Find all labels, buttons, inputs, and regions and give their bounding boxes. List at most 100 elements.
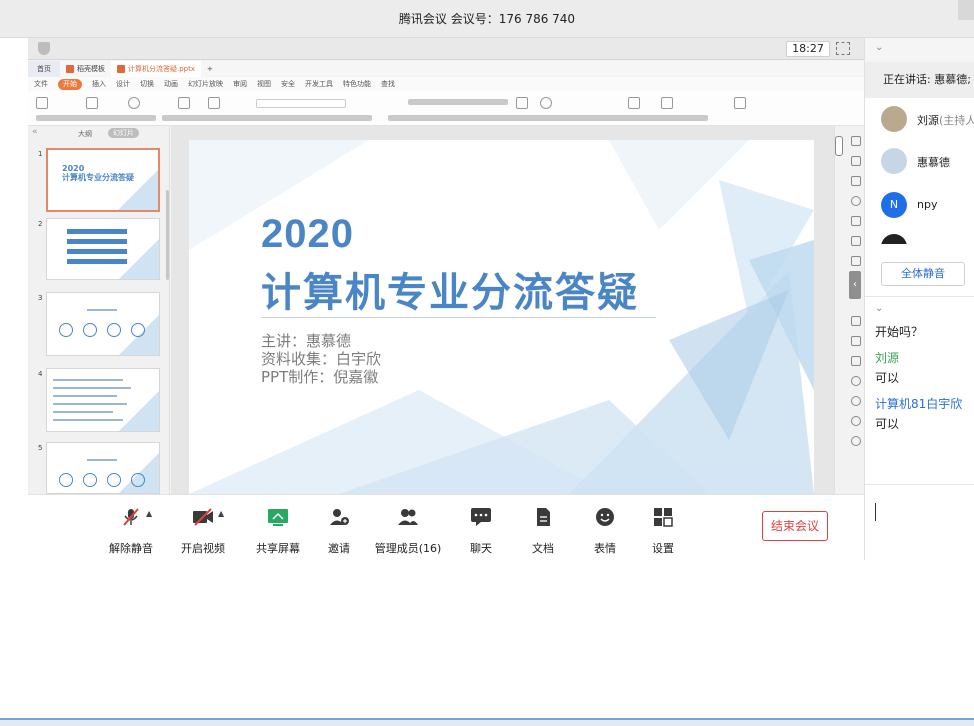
image-icon[interactable] bbox=[851, 336, 861, 346]
chart-icon[interactable] bbox=[851, 236, 861, 246]
thumb-line bbox=[53, 395, 117, 397]
participant-item[interactable]: 惠慕德 bbox=[881, 148, 974, 178]
participant-name-text: 刘源 bbox=[917, 114, 939, 127]
wps-new-tab[interactable]: + bbox=[201, 61, 219, 77]
menu-item-review[interactable]: 审阅 bbox=[233, 79, 247, 89]
wps-home-tab[interactable]: 首页 bbox=[28, 61, 60, 77]
thumb-circle bbox=[59, 323, 73, 337]
paragraph-tools[interactable] bbox=[408, 99, 508, 105]
menu-item-features[interactable]: 特色功能 bbox=[343, 79, 371, 89]
menu-item-security[interactable]: 安全 bbox=[281, 79, 295, 89]
security-shield-icon[interactable] bbox=[38, 42, 50, 55]
ppt-file-icon bbox=[117, 65, 125, 73]
chat-input[interactable] bbox=[865, 484, 974, 560]
new-slide-icon[interactable] bbox=[178, 97, 190, 109]
slide-thumb-5[interactable] bbox=[46, 442, 160, 494]
end-meeting-button[interactable]: 结束会议 bbox=[762, 511, 828, 541]
thumbnail-scrollbar[interactable] bbox=[166, 190, 169, 280]
menu-item-file[interactable]: 文件 bbox=[34, 79, 48, 89]
help-icon[interactable] bbox=[851, 416, 861, 426]
thumb-circle bbox=[83, 473, 97, 487]
vertical-scroll-thumb[interactable] bbox=[835, 136, 843, 156]
chevron-down-icon[interactable]: ⌄ bbox=[875, 42, 883, 53]
textbox-icon[interactable] bbox=[516, 97, 528, 109]
host-tag: (主持人 bbox=[939, 114, 974, 127]
slide-canvas[interactable]: 2020 计算机专业分流答疑 主讲：惠慕德 资料收集：白宇欣 PPT制作：倪嘉徽 bbox=[189, 140, 814, 494]
list-icon[interactable] bbox=[851, 256, 861, 266]
thumb-line bbox=[53, 379, 123, 381]
participant-item[interactable]: N npy bbox=[881, 192, 974, 222]
wps-tab-document[interactable]: 计算机分流答疑.pptx bbox=[111, 61, 201, 77]
menu-item-view[interactable]: 视图 bbox=[257, 79, 271, 89]
wps-tab-templates[interactable]: 稻壳模板 bbox=[60, 61, 111, 77]
slide-material: 资料收集：白宇欣 bbox=[261, 350, 382, 368]
manage-members-button[interactable]: 管理成员(16) bbox=[366, 503, 450, 555]
guide-icon[interactable] bbox=[734, 97, 746, 109]
unmute-button[interactable]: ▲ 解除静音 bbox=[96, 503, 166, 555]
menu-item-developer[interactable]: 开发工具 bbox=[305, 79, 333, 89]
menu-item-start[interactable]: 开始 bbox=[58, 78, 82, 90]
participant-item[interactable] bbox=[881, 234, 974, 244]
fullscreen-icon[interactable] bbox=[836, 42, 850, 55]
slide-thumb-1[interactable]: 2020 计算机专业分流答疑 bbox=[46, 148, 160, 212]
settings-button[interactable]: 设置 bbox=[628, 503, 698, 555]
table-icon[interactable] bbox=[851, 316, 861, 326]
slide-thumb-2[interactable] bbox=[46, 218, 160, 280]
collapse-icon[interactable]: « bbox=[32, 127, 38, 137]
font-select[interactable] bbox=[256, 99, 346, 108]
settings-icon[interactable] bbox=[851, 436, 861, 446]
start-video-button[interactable]: ▲ 开启视频 bbox=[168, 503, 238, 555]
shape-icon[interactable] bbox=[540, 97, 552, 109]
menu-item-slideshow[interactable]: 幻灯片放映 bbox=[188, 79, 223, 89]
shape-style-icon[interactable] bbox=[851, 176, 861, 186]
unmute-label: 解除静音 bbox=[109, 542, 153, 555]
record-icon[interactable] bbox=[851, 376, 861, 386]
menu-item-animation[interactable]: 动画 bbox=[164, 79, 178, 89]
share-screen-button[interactable]: 共享屏幕 bbox=[243, 503, 313, 555]
invite-button[interactable]: 邀请 bbox=[304, 503, 374, 555]
slideshow-icon[interactable] bbox=[661, 97, 673, 109]
window-title: 腾讯会议 会议号：176 786 740 bbox=[398, 12, 576, 26]
thumb-line bbox=[53, 411, 113, 413]
thumb-circle bbox=[131, 473, 145, 487]
menu-item-design[interactable]: 设计 bbox=[116, 79, 130, 89]
slide-presenter: 主讲：惠慕德 bbox=[261, 332, 352, 350]
thumb-bar bbox=[67, 239, 127, 244]
audio-icon[interactable] bbox=[851, 356, 861, 366]
menu-item-insert[interactable]: 插入 bbox=[92, 79, 106, 89]
caret-up-icon[interactable]: ▲ bbox=[218, 509, 224, 518]
documents-label: 文档 bbox=[532, 542, 554, 555]
history-icon[interactable] bbox=[851, 396, 861, 406]
star-icon[interactable] bbox=[851, 136, 861, 146]
outline-tab[interactable]: 大纲 bbox=[78, 129, 92, 139]
paste-icon[interactable] bbox=[36, 97, 48, 109]
chat-panel: ⌄ 开始吗？ 刘源 可以 计算机81白宇欣 可以 bbox=[865, 296, 974, 484]
play-icon[interactable] bbox=[128, 97, 140, 109]
wps-side-toolbar: ‹ bbox=[834, 126, 864, 494]
slide-thumb-4[interactable] bbox=[46, 368, 160, 432]
thumb-title: 2020 计算机专业分流答疑 bbox=[62, 164, 134, 182]
share-top-bar: 18:27 bbox=[28, 38, 864, 60]
caret-up-icon[interactable]: ▲ bbox=[146, 509, 152, 518]
chat-button[interactable]: 聊天 bbox=[446, 503, 516, 555]
participant-name: 刘源(主持人 bbox=[917, 112, 974, 128]
panel-expand-handle[interactable]: ‹ bbox=[849, 271, 861, 299]
chevron-down-icon[interactable]: ⌄ bbox=[875, 303, 883, 314]
slides-tab[interactable]: 幻灯片 bbox=[108, 128, 139, 138]
mute-all-button[interactable]: 全体静音 bbox=[881, 262, 965, 286]
format-painter-icon[interactable] bbox=[86, 97, 98, 109]
invite-label: 邀请 bbox=[328, 542, 350, 555]
target-icon[interactable] bbox=[851, 196, 861, 206]
replace-icon[interactable] bbox=[628, 97, 640, 109]
property-icon[interactable] bbox=[851, 156, 861, 166]
participant-item[interactable]: 刘源(主持人 bbox=[881, 106, 974, 136]
slide-thumb-3[interactable] bbox=[46, 292, 160, 356]
layout-icon[interactable] bbox=[208, 97, 220, 109]
menu-item-search[interactable]: 查找 bbox=[381, 79, 395, 89]
menu-item-transition[interactable]: 切换 bbox=[140, 79, 154, 89]
documents-button[interactable]: 文档 bbox=[508, 503, 578, 555]
lock-icon[interactable] bbox=[851, 216, 861, 226]
window-control[interactable] bbox=[958, 0, 974, 20]
speaking-indicator: 正在讲话: 惠慕德; bbox=[865, 62, 974, 98]
chat-bubble-icon bbox=[471, 508, 491, 526]
